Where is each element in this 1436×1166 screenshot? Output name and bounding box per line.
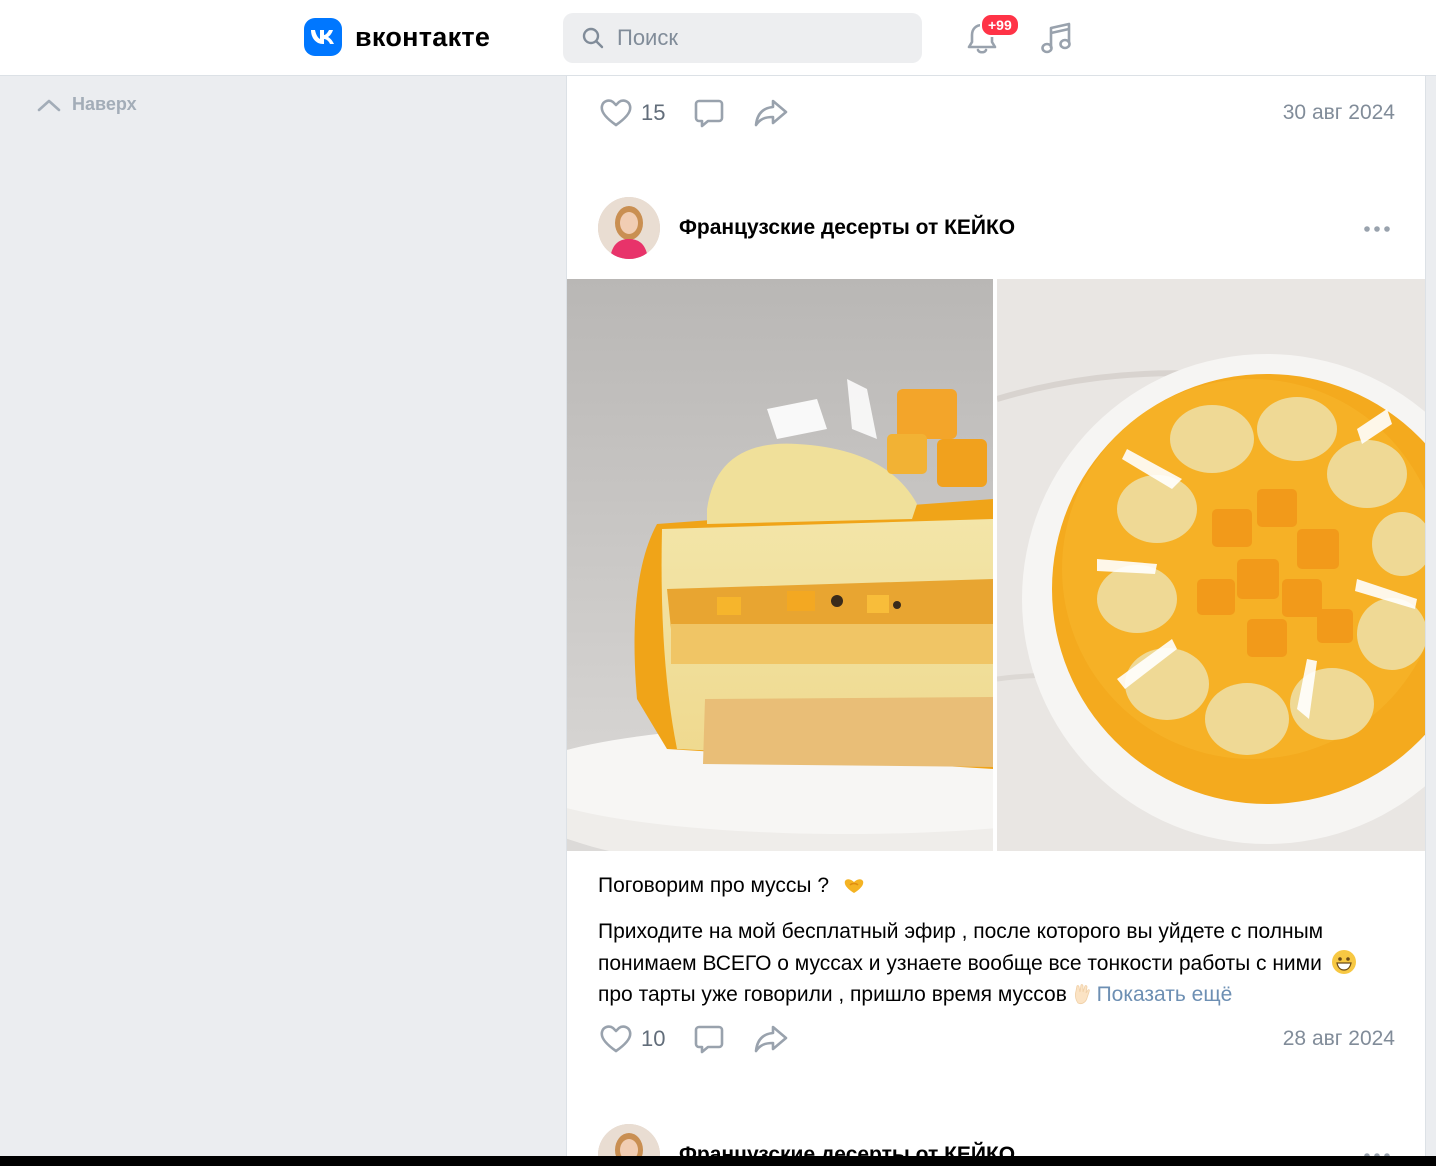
post-body-line-3: про тарты уже говорили , пришло время му… xyxy=(598,983,1067,1006)
share-icon xyxy=(755,1025,788,1053)
chevron-up-icon xyxy=(37,99,61,111)
news-feed: 15 30 авг 2024 Французские десерты от КЕ… xyxy=(566,76,1426,1166)
show-more-link[interactable]: Показать ещё xyxy=(1097,983,1233,1006)
like-button[interactable]: 15 xyxy=(599,98,665,128)
comment-icon xyxy=(695,99,724,128)
notifications-badge: +99 xyxy=(980,13,1020,37)
post-body-line-2: понимаем ВСЕГО о муссах и узнаете вообще… xyxy=(598,951,1322,975)
post-actions: 10 xyxy=(599,1023,817,1055)
heart-hands-emoji-icon xyxy=(844,879,864,893)
vk-logo[interactable]: вконтакте xyxy=(304,18,490,56)
post-actions: 15 xyxy=(599,97,817,129)
top-header: вконтакте +99 xyxy=(0,0,1436,76)
search-input[interactable] xyxy=(615,24,899,52)
heart-icon xyxy=(600,1025,632,1053)
back-to-top-label: Наверх xyxy=(72,94,137,114)
screen-bottom-edge xyxy=(0,1156,1436,1166)
share-icon xyxy=(755,99,788,127)
photo-cake-top[interactable] xyxy=(997,279,1425,851)
waving-hand-emoji-icon xyxy=(1074,984,1090,1005)
comment-button[interactable] xyxy=(693,97,725,129)
search-icon xyxy=(582,27,604,49)
logo-text: вконтакте xyxy=(355,21,491,52)
post-body: Приходите на мой бесплатный эфир , после… xyxy=(598,916,1398,1011)
author-name[interactable]: Французские десерты от КЕЙКО xyxy=(679,216,1015,240)
heart-icon xyxy=(600,99,632,127)
back-to-top-button[interactable]: Наверх xyxy=(36,94,137,115)
post-body-line-1: Приходите на мой бесплатный эфир , после… xyxy=(598,920,1324,943)
comment-icon xyxy=(695,1025,724,1054)
like-button[interactable]: 10 xyxy=(599,1024,665,1054)
post-title-text: Поговорим про муссы ? xyxy=(598,874,830,897)
post-photos xyxy=(567,279,1425,851)
author-avatar[interactable] xyxy=(598,197,660,259)
like-count: 15 xyxy=(641,100,666,125)
photo-cake-slice[interactable] xyxy=(567,279,993,851)
post-title: Поговорим про муссы ? xyxy=(598,874,867,898)
music-icon[interactable] xyxy=(1038,19,1076,57)
post-date[interactable]: 28 авг 2024 xyxy=(1283,1027,1395,1051)
post-date[interactable]: 30 авг 2024 xyxy=(1283,101,1395,125)
previous-post-text-fragment xyxy=(707,76,1307,78)
share-button[interactable] xyxy=(753,97,789,129)
search-box[interactable] xyxy=(563,13,922,63)
more-options-icon[interactable] xyxy=(1363,224,1391,234)
vk-logo-icon xyxy=(304,18,342,56)
grinning-emoji-icon xyxy=(1331,949,1356,974)
share-button[interactable] xyxy=(753,1023,789,1055)
post-header: Французские десерты от КЕЙКО xyxy=(598,197,1015,259)
comment-button[interactable] xyxy=(693,1023,725,1055)
like-count: 10 xyxy=(641,1026,666,1051)
